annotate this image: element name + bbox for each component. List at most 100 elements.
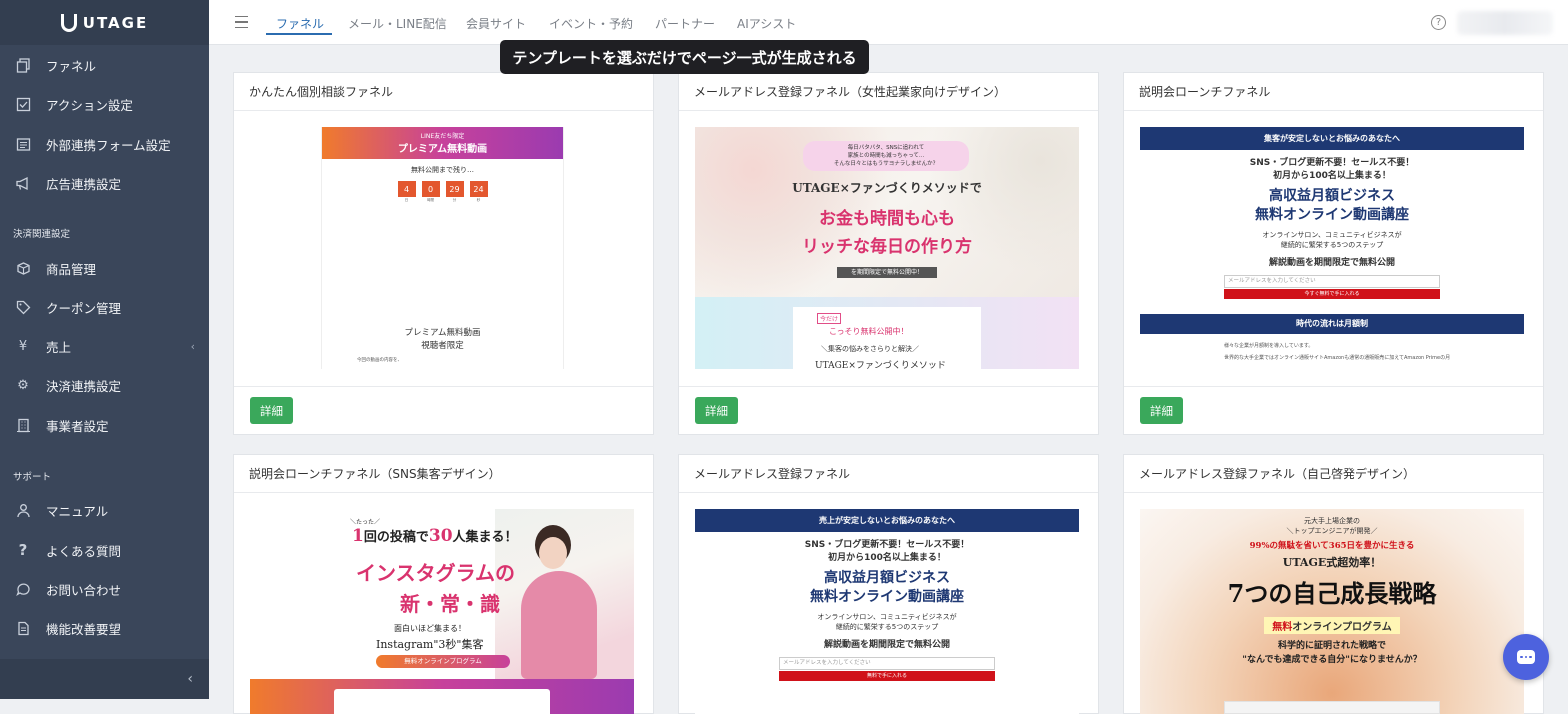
sidebar-item-funnel[interactable]: ファネル <box>0 46 209 84</box>
preview-cta-button: 今すぐ無料で手に入れる <box>1224 289 1440 299</box>
tab-event-booking[interactable]: イベント・予約 <box>549 15 633 32</box>
preview-text: UTAGE×ファンづくりメソッドで <box>792 181 982 195</box>
template-preview[interactable]: 元大手上場企業の ＼トップエンジニアが開発／ 99%の無駄を省いて365日を豊か… <box>1140 509 1524 714</box>
preview-number: 30 <box>428 526 453 546</box>
preview-text: ＼たった／ <box>350 519 381 526</box>
preview-badge: 無料オンラインプログラム <box>376 655 510 668</box>
card-title: かんたん個別相談ファネル <box>234 73 653 111</box>
hamburger-menu-icon[interactable] <box>235 16 248 28</box>
list-icon <box>15 136 31 152</box>
details-button[interactable]: 詳細 <box>695 397 738 424</box>
tab-partner[interactable]: パートナー <box>655 15 715 32</box>
preview-text: 回の投稿で <box>363 530 429 545</box>
sidebar-item-label: ファネル <box>46 58 97 74</box>
sidebar-item-ad-integration[interactable]: 広告連携設定 <box>0 164 209 202</box>
sidebar-item-external-form[interactable]: 外部連携フォーム設定 <box>0 125 209 163</box>
template-preview[interactable]: LINE友だち限定 プレミアム無料動画 無料公開まで残り… 4 0 29 24 … <box>250 127 634 369</box>
preview-headline: 高収益月額ビジネス <box>1269 188 1395 204</box>
preview-text: SNS・ブログ更新不要！セールス不要！ <box>804 540 970 550</box>
preview-text: 家族との時間も減っちゃって… <box>847 153 925 159</box>
sidebar-item-label: 決済連携設定 <box>46 378 122 394</box>
building-icon <box>15 417 31 433</box>
preview-text: 解説動画を期間限定で無料公開 <box>1268 258 1395 268</box>
sidebar-item-products[interactable]: 商品管理 <box>0 249 209 287</box>
preview-text: 継続的に繁栄する5つのステップ <box>1280 241 1384 249</box>
preview-headline: 7つの自己成長戦略 <box>1227 579 1437 608</box>
countdown-unit: 分 <box>452 198 457 202</box>
countdown-unit: 秒 <box>476 198 481 202</box>
tab-funnel[interactable]: ファネル <box>276 15 324 32</box>
preview-text: 科学的に証明された戦略で <box>1277 641 1386 651</box>
preview-headline: プレミアム無料動画 <box>397 144 488 155</box>
details-button[interactable]: 詳細 <box>1140 397 1183 424</box>
gear-icon: ⚙ <box>17 377 29 393</box>
preview-badge: を期間限定で無料公開中！ <box>837 267 937 278</box>
preview-text: LINE友だち限定 <box>420 133 465 140</box>
countdown-unit: 日 <box>404 198 409 202</box>
preview-text: 視聴者限定 <box>421 341 464 351</box>
card-title: 説明会ローンチファネル（SNS集客デザイン） <box>234 455 653 493</box>
countdown-unit: 時間 <box>427 198 434 202</box>
preview-text: 初月から100名以上集まる！ <box>1273 171 1391 181</box>
user-account-menu[interactable] <box>1457 11 1553 35</box>
preview-text: Instagram"3秒"集客 <box>376 638 484 651</box>
card-title: 説明会ローンチファネル <box>1124 73 1543 111</box>
help-icon[interactable]: ? <box>1431 15 1446 30</box>
sidebar-item-feature-request[interactable]: 機能改善要望 <box>0 609 209 647</box>
card-footer: 詳細 <box>234 386 653 434</box>
tab-member-site[interactable]: 会員サイト <box>466 15 526 32</box>
preview-text: オンラインプログラム <box>1292 622 1392 633</box>
preview-headline: リッチな毎日の作り方 <box>802 237 972 257</box>
chat-bubble-icon <box>1517 650 1535 664</box>
sidebar-item-contact[interactable]: お問い合わせ <box>0 570 209 608</box>
top-navigation: ファネル メール・LINE配信 会員サイト イベント・予約 パートナー AIアシ… <box>209 0 1568 45</box>
template-card: かんたん個別相談ファネル LINE友だち限定 プレミアム無料動画 無料公開まで残… <box>233 72 654 435</box>
tab-mail-line[interactable]: メール・LINE配信 <box>348 15 447 32</box>
caption-banner: テンプレートを選ぶだけでページ一式が生成される <box>500 40 869 74</box>
template-card: 説明会ローンチファネル 集客が安定しないとお悩みのあなたへ SNS・ブログ更新不… <box>1123 72 1544 435</box>
sidebar-item-sales[interactable]: ¥ 売上 ‹ <box>0 327 209 365</box>
preview-text: ＼集客の悩みをさらりと解決／ <box>821 345 919 353</box>
template-card: メールアドレス登録ファネル（自己啓発デザイン） 元大手上場企業の ＼トップエンジ… <box>1123 454 1544 714</box>
preview-text: 今回の動画の内容を、 <box>357 358 402 363</box>
preview-text: 継続的に繁栄する5つのステップ <box>835 623 939 631</box>
box-icon <box>15 260 31 276</box>
preview-text: 無料公開まで残り… <box>411 166 474 174</box>
preview-text: UTAGE×ファンづくりメソッド <box>815 361 946 369</box>
logo[interactable]: UTAGE <box>0 0 209 45</box>
preview-text: "なんでも達成できる自分"になりませんか？ <box>1242 655 1422 665</box>
preview-text: ＼トップエンジニアが開発／ <box>1286 527 1378 535</box>
preview-header: 集客が安定しないとお悩みのあなたへ <box>1140 127 1524 150</box>
template-card: 説明会ローンチファネル（SNS集客デザイン） ＼たった／ 1回の投稿で30人集ま… <box>233 454 654 714</box>
section-heading-payment: 決済関連設定 <box>13 229 71 240</box>
countdown-seconds: 24 <box>469 181 488 197</box>
card-title: メールアドレス登録ファネル <box>679 455 1098 493</box>
preview-number: 1 <box>352 526 364 546</box>
sidebar-item-business-settings[interactable]: 事業者設定 <box>0 406 209 444</box>
template-preview[interactable]: 売上が安定しないとお悩みのあなたへ SNS・ブログ更新不要！セールス不要！ 初月… <box>695 509 1079 714</box>
countdown-days: 4 <box>397 181 416 197</box>
sidebar-item-label: 広告連携設定 <box>46 176 122 192</box>
template-preview[interactable]: 毎日バタバタ、SNSに追われて 家族との時間も減っちゃって… そんな日々とはもう… <box>695 127 1079 369</box>
preview-text: 人集まる！ <box>452 530 518 545</box>
sidebar: UTAGE ファネル アクション設定 外部連携フォーム設定 広告連携設定 決済関… <box>0 0 209 699</box>
template-preview[interactable]: ＼たった／ 1回の投稿で30人集まる！ インスタグラムの 新・常・識 面白いほど… <box>250 509 634 714</box>
tab-ai-assist[interactable]: AIアシスト <box>737 15 796 32</box>
preview-text: 解説動画を期間限定で無料公開 <box>823 640 950 650</box>
sidebar-item-action-settings[interactable]: アクション設定 <box>0 85 209 123</box>
preview-text: 初月から100名以上集まる！ <box>828 553 946 563</box>
sidebar-collapse-button[interactable]: ‹ <box>0 659 209 699</box>
template-card: メールアドレス登録ファネル 売上が安定しないとお悩みのあなたへ SNS・ブログ更… <box>678 454 1099 714</box>
sidebar-item-payment-integration[interactable]: ⚙ 決済連携設定 <box>0 366 209 404</box>
sidebar-item-manual[interactable]: マニュアル <box>0 491 209 529</box>
template-preview[interactable]: 集客が安定しないとお悩みのあなたへ SNS・ブログ更新不要！セールス不要！ 初月… <box>1140 127 1524 369</box>
sidebar-item-label: 商品管理 <box>46 261 97 277</box>
chat-support-button[interactable] <box>1503 634 1549 680</box>
chevron-left-icon: ‹ <box>187 671 193 687</box>
utage-logo-icon <box>60 13 77 32</box>
sidebar-item-coupons[interactable]: クーポン管理 <box>0 288 209 326</box>
preview-headline: 高収益月額ビジネス <box>824 570 950 586</box>
details-button[interactable]: 詳細 <box>250 397 293 424</box>
sidebar-item-faq[interactable]: ? よくある質問 <box>0 531 209 569</box>
sidebar-item-label: 売上 <box>46 339 72 355</box>
